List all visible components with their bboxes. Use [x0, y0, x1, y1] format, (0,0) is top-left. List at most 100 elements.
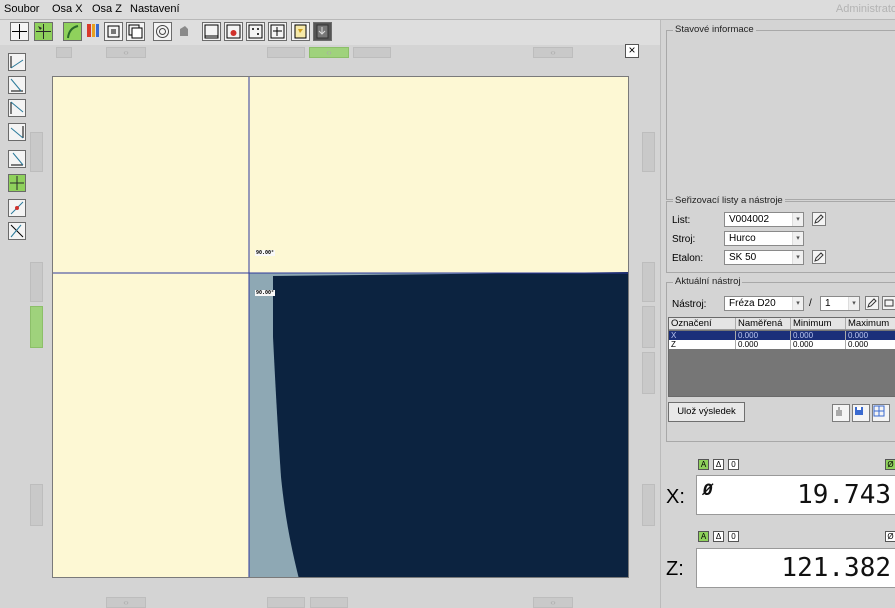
ghost-right-3[interactable] — [642, 306, 655, 348]
close-button[interactable]: × — [625, 44, 639, 58]
window-stack-icon[interactable] — [126, 22, 145, 41]
profile-icon[interactable] — [63, 22, 82, 41]
frame-dots-icon[interactable] — [246, 22, 265, 41]
column-header[interactable]: Označení — [669, 318, 736, 329]
target-circle-icon[interactable] — [153, 22, 172, 41]
center-arrow-button[interactable]: ‹› — [309, 47, 349, 58]
menu-settings[interactable]: Nastavení — [130, 3, 180, 15]
row-measured: 0.000 — [736, 340, 791, 349]
ghost-bottom-2[interactable] — [267, 597, 305, 608]
axis-z-label: Z: — [666, 558, 684, 580]
edit-tool-button[interactable] — [865, 296, 879, 310]
index-value: 1 — [825, 298, 831, 309]
zero-flag-z[interactable]: 0 — [728, 531, 739, 542]
table-row[interactable]: Z 0.000 0.000 0.000 — [669, 340, 895, 349]
window-icon[interactable] — [104, 22, 123, 41]
angle-label-1: 90.00° — [255, 250, 276, 256]
current-tool-title: Aktuální nástroj — [673, 276, 743, 287]
list-select[interactable]: V004002 ▾ — [724, 212, 804, 227]
diameter-flag-x[interactable]: Ø — [885, 459, 895, 470]
angle-tool-5-icon[interactable] — [8, 150, 26, 168]
tool-image — [53, 77, 628, 577]
column-header[interactable]: Maximum — [846, 318, 895, 329]
color-bars-icon[interactable] — [86, 22, 105, 41]
hand-tool-button[interactable] — [832, 404, 850, 422]
delta-flag-x[interactable]: Δ — [713, 459, 724, 470]
axis-z-value: 121.382 — [781, 553, 891, 583]
zero-flag-x[interactable]: 0 — [728, 459, 739, 470]
right-panel: Stavové informace Seřizovací listy a nás… — [660, 20, 895, 608]
frame-red-icon[interactable] — [224, 22, 243, 41]
etalon-label: Etalon: — [672, 253, 704, 264]
measurement-canvas[interactable]: 90.00° 90.00° — [52, 76, 629, 578]
index-separator: / — [809, 298, 812, 309]
machine-value: Hurco — [729, 233, 756, 244]
ghost-bottom-3[interactable] — [310, 597, 348, 608]
dxf-export-icon[interactable] — [313, 22, 332, 41]
etalon-value: SK 50 — [729, 252, 757, 263]
machine-select[interactable]: Hurco ▾ — [724, 231, 804, 246]
absolute-flag-x[interactable]: A — [698, 459, 709, 470]
ghost-left-1[interactable] — [30, 132, 43, 172]
center-vertical-button[interactable] — [30, 306, 43, 348]
crosshair-tool-icon[interactable] — [8, 174, 26, 192]
ghost-right-1[interactable] — [642, 132, 655, 172]
frame-lines-icon[interactable] — [268, 22, 287, 41]
angle-tool-1-icon[interactable] — [8, 53, 26, 71]
tool-body — [273, 272, 628, 577]
angle-tool-3-icon[interactable] — [8, 99, 26, 117]
edge-tool-icon[interactable] — [8, 222, 26, 240]
tool-library-button[interactable] — [882, 296, 895, 310]
ghost-bottom-1[interactable]: ‹› — [106, 597, 146, 608]
etalon-select[interactable]: SK 50 ▾ — [724, 250, 804, 265]
column-header[interactable]: Minimum — [791, 318, 846, 329]
column-header[interactable]: Naměřená — [736, 318, 791, 329]
ghost-right-5[interactable] — [642, 484, 655, 526]
absolute-flag-z[interactable]: A — [698, 531, 709, 542]
ghost-arrow-top-1[interactable]: ‹› — [106, 47, 146, 58]
chevron-down-icon: ▾ — [848, 297, 859, 310]
frame-icon[interactable] — [202, 22, 221, 41]
save-result-button[interactable]: Ulož výsledek — [668, 402, 745, 422]
list-label: List: — [672, 215, 691, 226]
table-row[interactable]: X 0.000 0.000 0.000 — [669, 331, 895, 340]
diameter-flag-z[interactable]: Ø — [885, 531, 895, 542]
row-min: 0.000 — [791, 331, 846, 340]
ghost-arrow-top-3[interactable] — [353, 47, 391, 58]
tool-label: Nástroj: — [672, 299, 707, 310]
axis-x-value: 19.743 — [797, 480, 891, 510]
ghost-right-2[interactable] — [642, 262, 655, 302]
grid-button[interactable] — [872, 404, 890, 422]
eraser-icon[interactable] — [176, 22, 195, 41]
delta-flag-z[interactable]: Δ — [713, 531, 724, 542]
measurement-table[interactable]: Označení Naměřená Minimum Maximum X 0.00… — [668, 317, 895, 397]
menu-axis-x[interactable]: Osa X — [52, 3, 83, 15]
row-min: 0.000 — [791, 340, 846, 349]
dxf-import-icon[interactable] — [291, 22, 310, 41]
chevron-down-icon: ▾ — [792, 251, 803, 264]
radius-tool-icon[interactable] — [8, 199, 26, 217]
ghost-arrow-top-2[interactable] — [267, 47, 305, 58]
menu-axis-z[interactable]: Osa Z — [92, 3, 122, 15]
menu-bar: Soubor Osa X Osa Z Nastavení Administrat… — [0, 0, 895, 20]
row-max: 0.000 — [846, 340, 895, 349]
ghost-left-2[interactable] — [30, 262, 43, 302]
edit-etalon-button[interactable] — [812, 250, 826, 264]
sheets-group: Seřizovací listy a nástroje List: V00400… — [666, 195, 895, 273]
ghost-left-3[interactable] — [30, 484, 43, 526]
row-name: Z — [669, 340, 736, 349]
edit-list-button[interactable] — [812, 212, 826, 226]
ghost-right-4[interactable] — [642, 352, 655, 394]
ghost-circle-button[interactable] — [56, 47, 72, 58]
angle-tool-2-icon[interactable] — [8, 76, 26, 94]
ghost-arrow-top-4[interactable]: ‹› — [533, 47, 573, 58]
index-select[interactable]: 1 ▾ — [820, 296, 860, 311]
row-measured: 0.000 — [736, 331, 791, 340]
row-name: X — [669, 331, 736, 340]
tool-select[interactable]: Fréza D20 ▾ — [724, 296, 804, 311]
save-disk-button[interactable] — [852, 404, 870, 422]
list-value: V004002 — [729, 214, 770, 225]
user-name[interactable]: Administrato — [836, 3, 895, 15]
angle-tool-4-icon[interactable] — [8, 123, 26, 141]
ghost-bottom-4[interactable]: ‹› — [533, 597, 573, 608]
